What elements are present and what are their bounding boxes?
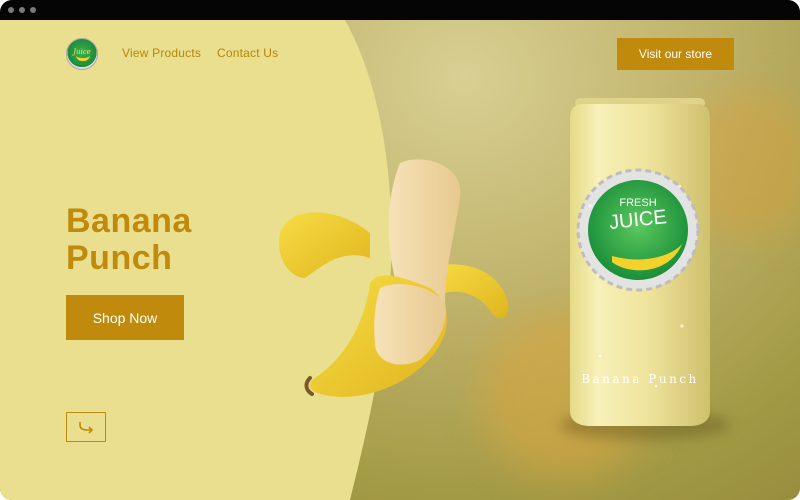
visit-store-button[interactable]: Visit our store [617, 38, 734, 70]
window-close-dot[interactable] [8, 7, 14, 13]
hero-title: Banana Punch [66, 203, 286, 277]
hero-title-line2: Punch [66, 239, 173, 277]
nav-contact-us[interactable]: Contact Us [217, 46, 278, 60]
can-label-text: Banana Punch [581, 372, 699, 386]
next-arrow-button[interactable] [66, 412, 106, 442]
banana-image [279, 159, 509, 397]
window-minimize-dot[interactable] [19, 7, 25, 13]
window-maximize-dot[interactable] [30, 7, 36, 13]
title-bar [0, 0, 800, 20]
browser-window: Juice View Products Contact Us Visit our… [0, 0, 800, 500]
hero-title-line1: Banana [66, 202, 192, 240]
banana-icon [76, 55, 90, 61]
arrow-down-right-icon [79, 422, 94, 434]
shop-now-button[interactable]: Shop Now [66, 295, 184, 340]
brand-logo[interactable]: Juice [66, 38, 98, 70]
nav-view-products[interactable]: View Products [122, 46, 201, 60]
landing-page: Juice View Products Contact Us Visit our… [0, 20, 800, 500]
